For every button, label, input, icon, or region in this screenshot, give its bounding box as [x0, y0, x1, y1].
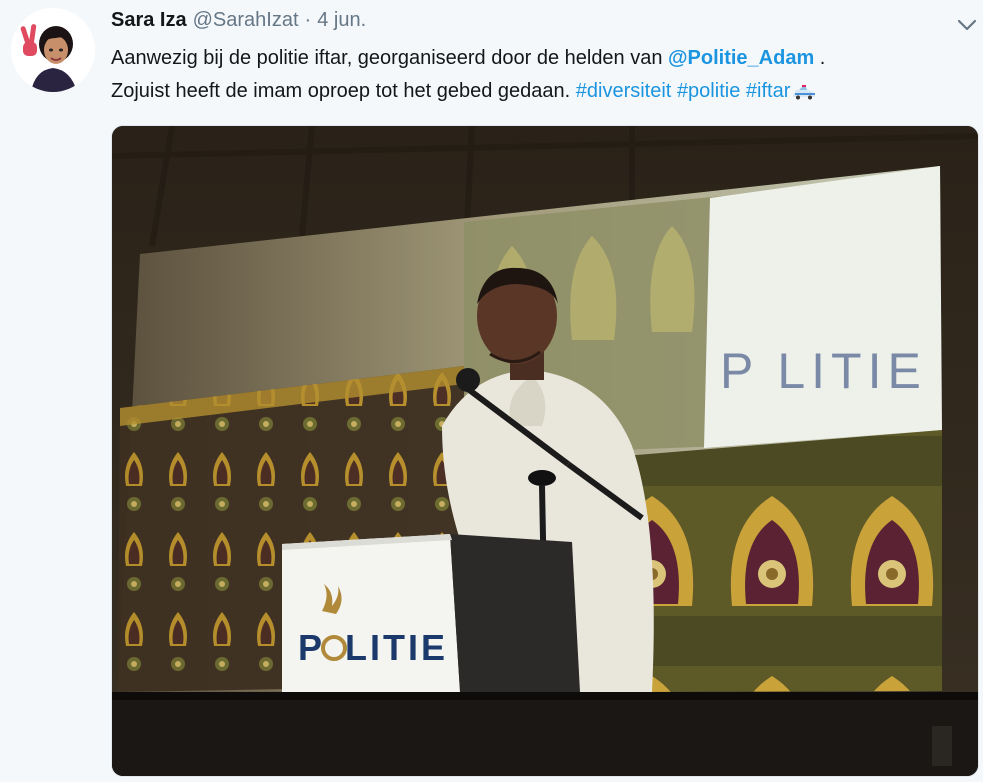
text-part: Zojuist heeft de imam oproep tot het geb…	[111, 80, 576, 102]
tweet-photo[interactable]: P LITIE P LITIE	[111, 125, 979, 777]
author-handle[interactable]: @SarahIzat	[193, 9, 299, 32]
hashtag-link[interactable]: #iftar	[746, 80, 790, 102]
author-name[interactable]: Sara Iza	[111, 9, 187, 32]
text-part: .	[814, 47, 826, 69]
tweet-text: Aanwezig bij de politie iftar, georganis…	[111, 42, 971, 111]
tweet[interactable]: Sara Iza @SarahIzat · 4 jun. Aanwezig bi…	[0, 0, 983, 782]
chevron-down-icon	[957, 19, 977, 31]
screen-logo-text: P LITIE	[720, 343, 927, 399]
tweet-header: Sara Iza @SarahIzat · 4 jun.	[111, 9, 366, 35]
tweet-text-line-1: Aanwezig bij de politie iftar, georganis…	[111, 42, 971, 75]
timestamp[interactable]: 4 jun.	[317, 9, 366, 32]
lectern-logo-text: P LITIE	[298, 627, 448, 668]
hashtag-link[interactable]: #politie	[677, 80, 740, 102]
hashtag-link[interactable]: #diversiteit	[576, 80, 672, 102]
separator: ·	[304, 9, 312, 31]
text-part: Aanwezig bij de politie iftar, georganis…	[111, 47, 669, 69]
avatar[interactable]	[11, 8, 95, 92]
bitmoji-avatar-icon	[11, 8, 95, 92]
photo-illustration: P LITIE P LITIE	[112, 126, 978, 776]
more-options-button[interactable]	[955, 14, 979, 36]
police-car-emoji-icon	[791, 78, 817, 111]
mention-link[interactable]: @Politie_Adam	[668, 47, 814, 69]
tweet-text-line-2: Zojuist heeft de imam oproep tot het geb…	[111, 75, 971, 111]
